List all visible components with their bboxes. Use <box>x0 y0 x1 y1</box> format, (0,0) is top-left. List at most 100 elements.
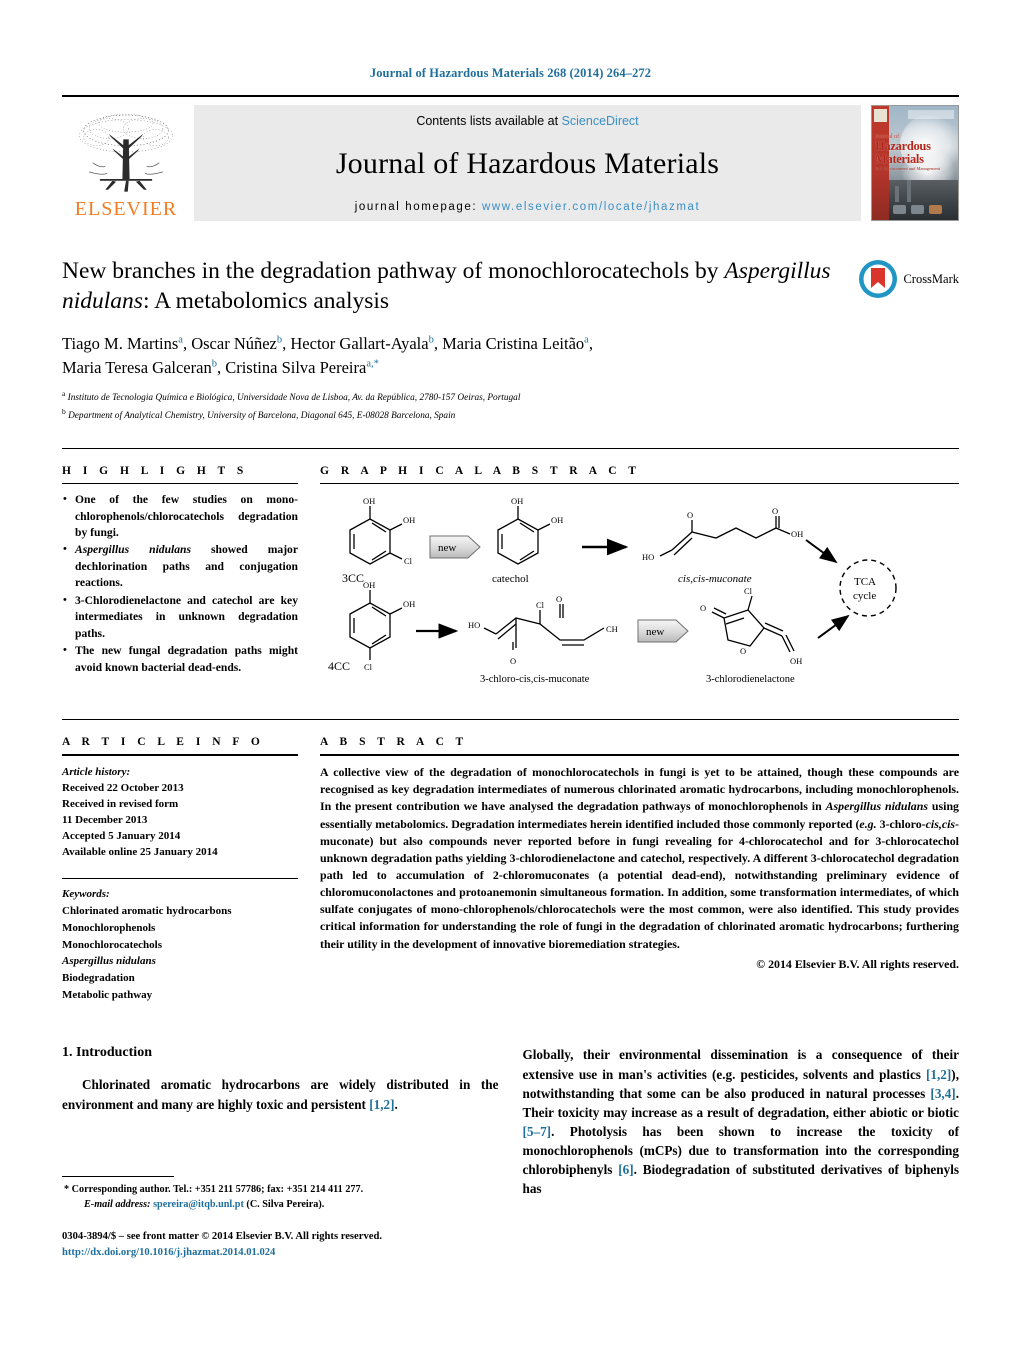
intro-text-1: Chlorinated aromatic hydrocarbons are wi… <box>62 1077 499 1112</box>
keywords-block: Keywords: Chlorinated aromatic hydrocarb… <box>62 878 298 1003</box>
abstract-italic-species: Aspergillus nidulans <box>825 799 928 814</box>
label-o: O <box>772 506 778 516</box>
author-list: Tiago M. Martinsa, Oscar Núñezb, Hector … <box>62 332 852 379</box>
homepage-link[interactable]: www.elsevier.com/locate/jhazmat <box>482 201 700 213</box>
highlights-graphical-abstract-row: H I G H L I G H T S One of the few studi… <box>62 448 959 697</box>
new-badge-bottom: new <box>637 619 689 643</box>
citation-ref[interactable]: [6] <box>618 1162 633 1177</box>
sciencedirect-link[interactable]: ScienceDirect <box>562 114 639 128</box>
label-chloromuconate: 3-chloro-cis,cis-muconate <box>480 674 590 685</box>
label-oh: OH <box>511 496 523 506</box>
email-link[interactable]: spereira@itqb.unl.pt <box>153 1199 244 1210</box>
graphical-abstract-heading: G R A P H I C A L A B S T R A C T <box>320 465 641 478</box>
arrow-bottom-to-tca <box>817 614 850 639</box>
intro-paragraph-left: Chlorinated aromatic hydrocarbons are wi… <box>62 1075 499 1113</box>
molecule-catechol <box>497 506 551 565</box>
article-history-label: Article history: <box>62 766 131 779</box>
label-cl: Cl <box>364 662 373 672</box>
author-5: Cristina Silva Pereiraa,* <box>225 358 379 377</box>
molecule-chlorodienelactone <box>711 595 795 653</box>
molecule-ccmuconate <box>659 516 791 557</box>
label-oh: OH <box>403 515 415 525</box>
label-cl: Cl <box>404 556 413 566</box>
abstract-copyright: © 2014 Elsevier B.V. All rights reserved… <box>756 956 959 971</box>
cover-tank-3 <box>929 205 942 214</box>
journal-title: Journal of Hazardous Materials <box>335 146 720 180</box>
email-note: E-mail address: spereira@itqb.unl.pt (C.… <box>62 1197 502 1212</box>
highlight-text: One of the few studies on mono-chlorophe… <box>75 493 298 540</box>
label-o: O <box>740 646 746 656</box>
cover-stack-1 <box>895 186 899 202</box>
author-0: Tiago M. Martinsa, <box>62 334 191 353</box>
history-revised-date: 11 December 2013 <box>62 814 148 827</box>
graphical-abstract-column: G R A P H I C A L A B S T R A C T OH OH … <box>320 465 959 697</box>
history-revised-label: Received in revised form <box>62 798 179 811</box>
citation-ref[interactable]: [3,4] <box>930 1086 955 1101</box>
tca-cycle-circle <box>839 559 897 617</box>
molecule-chloromuconate <box>483 604 605 651</box>
cover-tank-2 <box>911 205 924 214</box>
affiliation-a: a Instituto de Tecnologia Química e Biol… <box>62 388 959 406</box>
abstract-text: A collective view of the degradation of … <box>320 764 959 953</box>
author-affiliation-mark[interactable]: a,* <box>366 358 379 369</box>
citation-ref[interactable]: [1,2] <box>926 1067 951 1082</box>
footnote-block: * Corresponding author. Tel.: +351 211 5… <box>62 1176 502 1261</box>
author-sep: , <box>182 334 192 354</box>
author-1: Oscar Núñezb, <box>191 334 290 353</box>
graphical-abstract-figure: OH OH Cl 3CC new OH OH catechol HO O O O… <box>320 492 959 697</box>
label-o: O <box>510 656 516 666</box>
journal-banner: Contents lists available at ScienceDirec… <box>194 105 861 221</box>
keywords-label: Keywords: <box>62 888 110 901</box>
email-owner: (C. Silva Pereira). <box>246 1199 325 1211</box>
author-4: Maria Teresa Galceranb, <box>62 358 225 377</box>
affiliation-mark: b <box>62 407 66 417</box>
author-name: Maria Cristina Leitão <box>442 334 585 354</box>
elsevier-logo: ELSEVIER <box>62 105 190 221</box>
article-info-heading: A R T I C L E I N F O <box>62 736 265 749</box>
affiliation-b: b Department of Analytical Chemistry, Un… <box>62 406 959 424</box>
journal-masthead: ELSEVIER Contents lists available at Sci… <box>62 95 959 221</box>
article-info-abstract-row: A R T I C L E I N F O Article history: R… <box>62 719 959 1003</box>
author-name: Oscar Núñez <box>191 334 277 354</box>
citation-ref[interactable]: [5–7] <box>523 1124 552 1139</box>
new-badge-top: new <box>429 535 481 559</box>
author-sep: , <box>588 334 593 354</box>
highlights-heading: H I G H L I G H T S <box>62 465 248 478</box>
highlight-text: 3-Chlorodienelactone and catechol are ke… <box>75 593 298 640</box>
crossmark-label: CrossMark <box>903 271 959 286</box>
highlights-rule <box>62 483 298 485</box>
author-2: Hector Gallart-Ayalab, <box>290 334 442 353</box>
footnote-rule <box>62 1176 174 1177</box>
page-title: New branches in the degradation pathway … <box>62 257 832 316</box>
right-text-2: pesticides, solvents and plastics <box>735 1066 927 1082</box>
email-label: E-mail address: <box>84 1199 151 1211</box>
label-4cc: 4CC <box>328 659 350 673</box>
contents-available-line: Contents lists available at ScienceDirec… <box>416 114 638 128</box>
author-name: Hector Gallart-Ayala <box>290 334 429 354</box>
title-block: CrossMark New branches in the degradatio… <box>62 257 959 424</box>
crossmark-badge[interactable]: CrossMark <box>858 259 959 299</box>
keyword-item: Chlorinated aromatic hydrocarbons <box>62 905 232 918</box>
highlight-item: 3-Chlorodienelactone and catechol are ke… <box>63 593 298 642</box>
label-ho: HO <box>468 620 480 630</box>
body-column-right: Globally, their environmental disseminat… <box>523 1045 960 1206</box>
contents-prefix: Contents lists available at <box>416 114 559 128</box>
highlight-item: Aspergillus nidulans showed major dechlo… <box>63 542 298 591</box>
label-o: O <box>556 594 562 604</box>
doi-link[interactable]: http://dx.doi.org/10.1016/j.jhazmat.2014… <box>62 1245 502 1261</box>
abstract-seg-3: 3-chloro- <box>876 816 926 831</box>
abstract-column: A B S T R A C T A collective view of the… <box>320 736 959 1003</box>
homepage-prefix: journal homepage: <box>354 201 478 213</box>
highlight-item: The new fungal degradation paths might a… <box>63 643 298 676</box>
right-italic-eg: e.g. <box>716 1066 736 1082</box>
label-muconate: cis,cis-muconate <box>678 573 752 585</box>
author-sep: , <box>216 357 226 377</box>
affiliation-text: Department of Analytical Chemistry, Univ… <box>68 411 456 422</box>
corresponding-mark: * <box>64 1184 70 1195</box>
title-part-2: : A metabolomics analysis <box>142 287 390 314</box>
highlight-item: One of the few studies on mono-chlorophe… <box>63 492 298 541</box>
abstract-italic-eg: e.g. <box>859 816 877 831</box>
corresponding-text: Corresponding author. Tel.: +351 211 577… <box>71 1184 364 1195</box>
affiliation-mark: a <box>62 389 66 399</box>
citation-ref[interactable]: [1,2] <box>369 1097 394 1112</box>
